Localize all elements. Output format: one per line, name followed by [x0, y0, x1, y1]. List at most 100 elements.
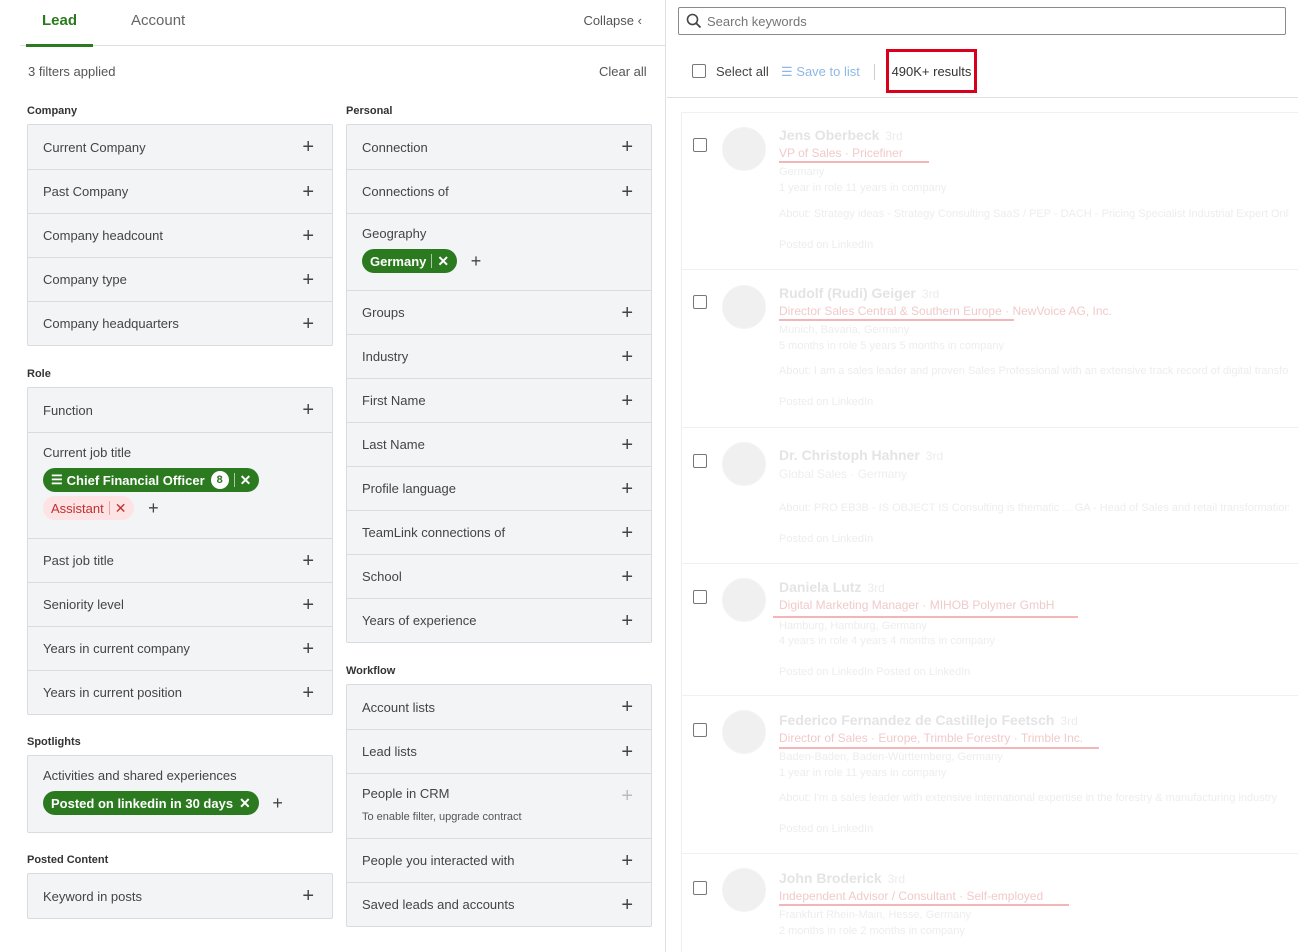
lead-checkbox[interactable]	[693, 590, 707, 604]
close-icon[interactable]: ✕	[239, 795, 251, 812]
filter-seniority-level[interactable]: Seniority level +	[28, 582, 332, 626]
lead-name[interactable]: Rudolf (Rudi) Geiger 3rd	[779, 285, 939, 301]
avatar[interactable]	[722, 868, 766, 912]
filter-label: Saved leads and accounts	[362, 897, 515, 912]
clear-all-button[interactable]: Clear all	[599, 64, 647, 79]
avatar[interactable]	[722, 710, 766, 754]
lead-name[interactable]: Daniela Lutz 3rd	[779, 579, 885, 595]
plus-icon[interactable]: +	[621, 851, 633, 871]
plus-icon[interactable]: +	[621, 611, 633, 631]
filter-account-lists[interactable]: Account lists +	[347, 685, 651, 729]
plus-icon[interactable]: +	[621, 435, 633, 455]
lead-name[interactable]: Dr. Christoph Hahner 3rd	[779, 447, 943, 463]
filter-profile-language[interactable]: Profile language +	[347, 466, 651, 510]
search-bar[interactable]	[678, 7, 1286, 35]
filter-lead-lists[interactable]: Lead lists +	[347, 729, 651, 773]
select-all-label[interactable]: Select all	[716, 64, 769, 79]
plus-icon[interactable]: +	[471, 251, 482, 271]
plus-icon[interactable]: +	[621, 697, 633, 717]
lead-checkbox[interactable]	[693, 295, 707, 309]
filter-school[interactable]: School +	[347, 554, 651, 598]
plus-icon[interactable]: +	[302, 683, 314, 703]
pill-assistant-excluded[interactable]: Assistant ✕	[43, 496, 135, 520]
close-icon[interactable]: ✕	[115, 500, 127, 517]
lead-title: VP of Sales · Pricefiner	[779, 146, 903, 160]
plus-icon[interactable]: +	[302, 595, 314, 615]
close-icon[interactable]: ✕	[437, 253, 449, 270]
filter-keyword-in-posts[interactable]: Keyword in posts +	[28, 874, 332, 918]
pill-germany[interactable]: Germany ✕	[362, 249, 458, 273]
plus-icon[interactable]: +	[272, 793, 283, 813]
lead-name[interactable]: Jens Oberbeck 3rd	[779, 127, 903, 143]
lead-card[interactable]: Daniela Lutz 3rd Digital Marketing Manage…	[682, 563, 1298, 695]
lead-name[interactable]: Federico Fernandez de Castillejo Feetsch…	[779, 712, 1078, 728]
avatar[interactable]	[722, 578, 766, 622]
filter-company-headcount[interactable]: Company headcount +	[28, 213, 332, 257]
lead-card[interactable]: Rudolf (Rudi) Geiger 3rd Director Sales C…	[682, 269, 1298, 427]
pill-label: Germany	[370, 253, 427, 269]
avatar[interactable]	[722, 127, 766, 171]
filter-company-headquarters[interactable]: Company headquarters +	[28, 301, 332, 345]
filter-years-of-experience[interactable]: Years of experience +	[347, 598, 651, 642]
lead-card[interactable]: John Broderick 3rd Independent Advisor / …	[682, 853, 1298, 952]
avatar[interactable]	[722, 442, 766, 486]
plus-icon[interactable]: +	[621, 523, 633, 543]
plus-icon[interactable]: +	[302, 314, 314, 334]
select-all-checkbox[interactable]	[692, 64, 706, 78]
lead-card[interactable]: Dr. Christoph Hahner 3rd Global Sales · G…	[682, 427, 1298, 563]
tab-account[interactable]: Account	[131, 12, 185, 46]
filter-connections-of[interactable]: Connections of +	[347, 169, 651, 213]
plus-icon[interactable]: +	[302, 639, 314, 659]
lead-checkbox[interactable]	[693, 723, 707, 737]
pill-chief-financial-officer[interactable]: ☰ Chief Financial Officer 8 ✕	[43, 468, 260, 492]
filter-years-in-current-company[interactable]: Years in current company +	[28, 626, 332, 670]
filter-first-name[interactable]: First Name +	[347, 378, 651, 422]
filter-label: Past job title	[43, 553, 114, 568]
filter-teamlink-connections-of[interactable]: TeamLink connections of +	[347, 510, 651, 554]
plus-icon[interactable]: +	[302, 400, 314, 420]
plus-icon[interactable]: +	[302, 886, 314, 906]
filter-connection[interactable]: Connection +	[347, 125, 651, 169]
filter-past-job-title[interactable]: Past job title +	[28, 538, 332, 582]
lead-checkbox[interactable]	[693, 454, 707, 468]
filter-function[interactable]: Function +	[28, 388, 332, 432]
filter-saved-leads-and-accounts[interactable]: Saved leads and accounts +	[347, 882, 651, 926]
filter-last-name[interactable]: Last Name +	[347, 422, 651, 466]
filter-people-you-interacted-with[interactable]: People you interacted with +	[347, 838, 651, 882]
filter-groups[interactable]: Groups +	[347, 290, 651, 334]
save-to-list-button[interactable]: ☰ Save to list	[781, 64, 860, 80]
plus-icon[interactable]: +	[621, 182, 633, 202]
plus-icon[interactable]: +	[621, 303, 633, 323]
filter-current-company[interactable]: Current Company +	[28, 125, 332, 169]
plus-icon[interactable]: +	[302, 226, 314, 246]
posted-content-filters: Keyword in posts +	[27, 873, 333, 919]
lead-checkbox[interactable]	[693, 138, 707, 152]
filter-company-type[interactable]: Company type +	[28, 257, 332, 301]
plus-icon[interactable]: +	[302, 551, 314, 571]
lead-card[interactable]: Federico Fernandez de Castillejo Feetsch…	[682, 695, 1298, 853]
collapse-button[interactable]: Collapse ‹	[583, 13, 642, 28]
plus-icon[interactable]: +	[621, 895, 633, 915]
plus-icon[interactable]: +	[302, 182, 314, 202]
plus-icon[interactable]: +	[621, 347, 633, 367]
lead-name[interactable]: John Broderick 3rd	[779, 870, 905, 886]
filter-past-company[interactable]: Past Company +	[28, 169, 332, 213]
pill-posted-on-linkedin[interactable]: Posted on linkedin in 30 days ✕	[43, 791, 259, 815]
plus-icon[interactable]: +	[621, 137, 633, 157]
plus-icon[interactable]: +	[302, 137, 314, 157]
plus-icon[interactable]: +	[621, 391, 633, 411]
filter-years-in-current-position[interactable]: Years in current position +	[28, 670, 332, 714]
lead-card[interactable]: Jens Oberbeck 3rd VP of Sales · Pricefine…	[682, 112, 1298, 269]
search-input[interactable]	[707, 11, 1267, 31]
plus-icon[interactable]: +	[148, 498, 159, 518]
tab-lead[interactable]: Lead	[25, 12, 94, 47]
avatar[interactable]	[722, 285, 766, 329]
plus-icon[interactable]: +	[621, 742, 633, 762]
plus-icon[interactable]: +	[621, 567, 633, 587]
filter-industry[interactable]: Industry +	[347, 334, 651, 378]
close-icon[interactable]: ✕	[240, 472, 252, 489]
divider	[233, 473, 235, 487]
plus-icon[interactable]: +	[621, 479, 633, 499]
lead-checkbox[interactable]	[693, 881, 707, 895]
plus-icon[interactable]: +	[302, 270, 314, 290]
